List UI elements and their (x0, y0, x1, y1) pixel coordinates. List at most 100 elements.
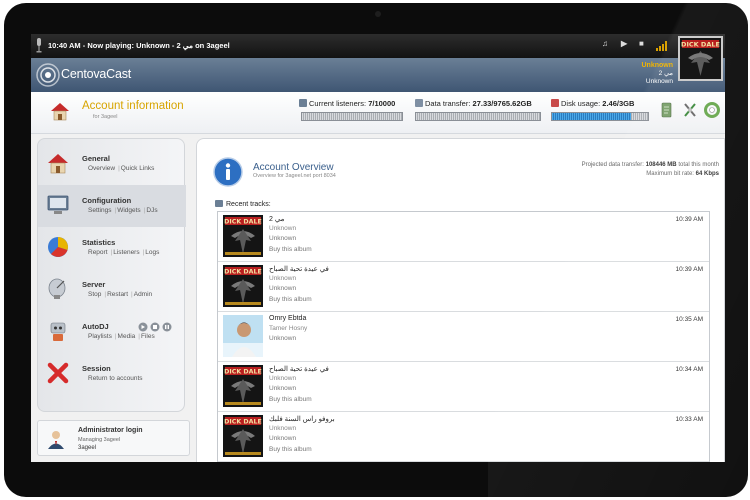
track-album: Unknown (269, 285, 297, 292)
nav-title-server: Server (82, 280, 106, 289)
track-title: بروفو راس السنة فلبك (269, 416, 335, 423)
album-cover[interactable] (223, 315, 263, 357)
app-header: CentovaCast Unknown مي 2 Unknown (31, 58, 725, 92)
track-row[interactable]: DICK DALE في عيدة تحية الصباح Unknown Unkno… (218, 262, 709, 312)
music-note-icon[interactable]: ♫ (602, 39, 608, 48)
disk-usage-value: 2.46/3GB (602, 99, 635, 108)
svg-text:DICK DALE: DICK DALE (224, 219, 262, 226)
data-transfer-label: Data transfer: (425, 99, 471, 108)
now-playing-artist: Unknown (641, 62, 674, 69)
nav-link-files[interactable]: Files (141, 333, 155, 340)
avatar (48, 431, 64, 449)
nav-link-listeners[interactable]: Listeners (113, 249, 139, 256)
nav-link-return-to-accounts[interactable]: Return to accounts (88, 375, 143, 382)
account-info-title: Account information (82, 100, 184, 112)
track-row[interactable]: DICK DALE في عيدة تحية الصباح Unknown Unkno… (218, 362, 709, 412)
nav-link-restart[interactable]: Restart (107, 291, 128, 298)
nav-title-statistics: Statistics (82, 238, 116, 247)
nav-section-autodj[interactable]: AutoDJ Playlists |Media |Files (38, 311, 186, 353)
nav-link-settings[interactable]: Settings (88, 207, 112, 214)
nav-link-stop[interactable]: Stop (88, 291, 101, 298)
robot-icon (50, 322, 66, 341)
album-cover[interactable]: DICK DALE (223, 265, 263, 307)
nav-section-server[interactable]: Server Stop |Restart |Admin (38, 269, 186, 311)
buy-album-link[interactable]: Buy this album (269, 246, 312, 253)
data-transfer-value: 27.33/9765.62GB (472, 99, 532, 108)
recent-tracks-list: DICK DALE مي 2 Unknown Unknown Buy this albu… (217, 211, 710, 462)
track-row[interactable]: Omry Ebtda Tamer Hosny Unknown 10:35 AM (218, 312, 709, 362)
tools-icon[interactable] (682, 101, 698, 119)
album-cover[interactable]: DICK DALE (223, 365, 263, 407)
buy-album-link[interactable]: Buy this album (269, 446, 312, 453)
svg-text:DICK DALE: DICK DALE (224, 419, 262, 426)
track-artist: Tamer Hosny (269, 325, 308, 332)
svg-text:DICK DALE: DICK DALE (224, 269, 262, 276)
buy-album-link[interactable]: Buy this album (269, 296, 312, 303)
nav-section-statistics[interactable]: Statistics Report |Listeners |Logs (38, 227, 186, 269)
admin-login-panel: Administrator login Managing 3ageel 3age… (37, 420, 190, 456)
track-time: 10:34 AM (675, 366, 703, 373)
nav-link-logs[interactable]: Logs (145, 249, 159, 256)
nav-links-general: Overview |Quick Links (88, 165, 155, 172)
nav-link-quick-links[interactable]: Quick Links (121, 165, 155, 172)
album-cover[interactable]: DICK DALE (223, 415, 263, 457)
track-title: مي 2 (269, 216, 285, 223)
nav-link-widgets[interactable]: Widgets (117, 207, 140, 214)
nav-title-configuration: Configuration (82, 196, 132, 205)
listeners-stat: Current listeners: 7/10000 (299, 99, 395, 108)
nav-link-report[interactable]: Report (88, 249, 108, 256)
account-overview-subtitle: Overview for 3ageel.net port 8034 (253, 173, 336, 179)
bitrate-value: 64 Kbps (695, 170, 719, 177)
tablet-bezel: 10:40 AM - Now playing: Unknown - 2 مي o… (4, 3, 748, 497)
autodj-controls-icon[interactable] (138, 322, 172, 332)
stop-button[interactable]: ■ (639, 39, 644, 48)
track-album: Unknown (269, 435, 297, 442)
account-info-subtitle: for 3ageel (93, 114, 118, 120)
buy-album-link[interactable]: Buy this album (269, 396, 312, 403)
recent-tracks-header: Recent tracks: (215, 200, 271, 208)
now-playing-album-cover[interactable]: DICK DALE (678, 36, 723, 81)
nav-title-general: General (82, 154, 110, 163)
track-row[interactable]: DICK DALE بروفو راس السنة فلبك Unknown Unkn… (218, 412, 709, 462)
track-time: 10:39 AM (675, 266, 703, 273)
usage-summary: Projected data transfer: 108446 MB total… (582, 161, 719, 178)
nav-link-playlists[interactable]: Playlists (88, 333, 112, 340)
monitor-icon (47, 195, 69, 214)
disk-usage-stat: Disk usage: 2.46/3GB (551, 99, 634, 108)
nav-section-session[interactable]: Session Return to accounts (38, 353, 186, 395)
bitrate-label: Maximum bit rate: (646, 170, 694, 177)
recent-tracks-label: Recent tracks: (226, 201, 271, 208)
screen: 10:40 AM - Now playing: Unknown - 2 مي o… (31, 34, 725, 462)
disk-usage-meter (551, 112, 649, 121)
pencil-icon[interactable] (659, 101, 675, 119)
now-playing-bar: 10:40 AM - Now playing: Unknown - 2 مي o… (31, 34, 725, 58)
help-ring-icon[interactable] (704, 101, 720, 119)
nav-link-overview[interactable]: Overview (88, 165, 115, 172)
photo-frame: 10:40 AM - Now playing: Unknown - 2 مي o… (0, 0, 750, 500)
listeners-icon (299, 99, 307, 107)
disk-usage-label: Disk usage: (561, 99, 601, 108)
svg-text:DICK DALE: DICK DALE (224, 369, 262, 376)
microphone-icon (36, 38, 42, 53)
nav-section-configuration[interactable]: Configuration Settings |Widgets |DJs (38, 185, 186, 227)
nav-link-djs[interactable]: DJs (146, 207, 157, 214)
nav-section-general[interactable]: General Overview |Quick Links (38, 143, 186, 185)
house-icon (48, 154, 68, 174)
nav-links-configuration: Settings |Widgets |DJs (88, 207, 158, 214)
track-row[interactable]: DICK DALE مي 2 Unknown Unknown Buy this albu… (218, 212, 709, 262)
nav-link-media[interactable]: Media (118, 333, 136, 340)
track-artist: Unknown (269, 275, 297, 282)
play-button[interactable]: ▶ (621, 39, 627, 48)
track-artist: Unknown (269, 425, 297, 432)
now-playing-info: Unknown مي 2 Unknown (642, 62, 674, 86)
camera-dot (375, 11, 381, 17)
svg-text:DICK DALE: DICK DALE (681, 41, 720, 49)
pie-chart-icon (48, 237, 68, 257)
nav-links-autodj: Playlists |Media |Files (88, 333, 155, 340)
nav-link-admin[interactable]: Admin (134, 291, 152, 298)
volume-icon[interactable] (656, 41, 668, 51)
data-transfer-meter (415, 112, 541, 121)
nav-title-autodj: AutoDJ (82, 322, 109, 331)
now-playing-title: مي 2 (658, 70, 673, 77)
album-cover[interactable]: DICK DALE (223, 215, 263, 257)
